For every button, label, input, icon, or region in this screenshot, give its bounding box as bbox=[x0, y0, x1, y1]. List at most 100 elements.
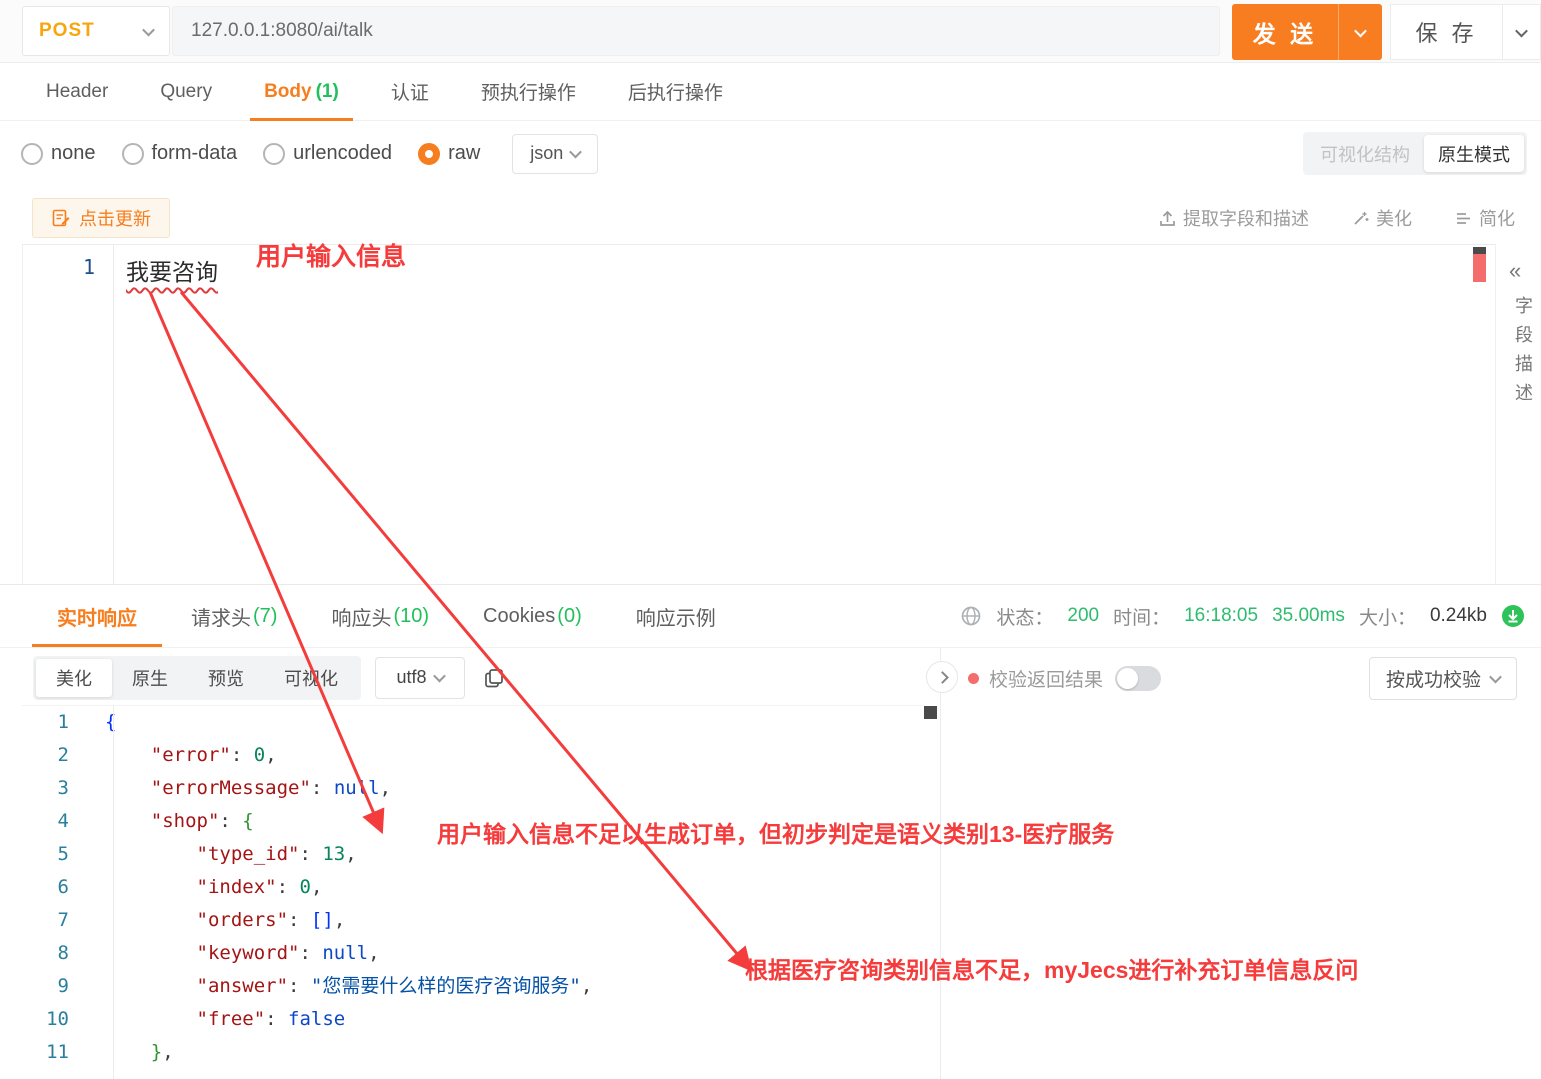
response-meta: 状态： 200 时间： 16:18:05 35.00ms 大小： 0.24kb bbox=[960, 584, 1525, 648]
line-number: 10 bbox=[46, 1008, 69, 1030]
body-type-raw[interactable]: raw bbox=[418, 142, 480, 165]
mode-raw[interactable]: 原生模式 bbox=[1424, 135, 1524, 172]
radio-label: raw bbox=[448, 142, 481, 164]
response-tab-0[interactable]: 实时响应 bbox=[30, 585, 164, 647]
line-number: 9 bbox=[57, 975, 69, 997]
document-edit-icon bbox=[52, 209, 70, 227]
response-tab-4[interactable]: 响应示例 bbox=[609, 585, 743, 647]
tab-count: (10) bbox=[393, 604, 430, 627]
code-text: "errorMessage": null, bbox=[91, 772, 391, 805]
token: , bbox=[162, 1041, 174, 1063]
request-tab-query[interactable]: Query bbox=[134, 63, 238, 120]
request-tab-预执行操作[interactable]: 预执行操作 bbox=[455, 63, 602, 120]
token: : bbox=[288, 909, 311, 931]
response-tab-1[interactable]: 请求头 (7) bbox=[164, 585, 304, 647]
code-line-11: 11 }, bbox=[22, 1036, 922, 1069]
request-tab-后执行操作[interactable]: 后执行操作 bbox=[602, 63, 749, 120]
download-icon[interactable] bbox=[1501, 604, 1525, 628]
size-value: 0.24kb bbox=[1429, 605, 1487, 626]
duration-value: 35.00ms bbox=[1272, 605, 1345, 626]
line-number: 8 bbox=[57, 942, 69, 964]
click-update-button[interactable]: 点击更新 bbox=[32, 198, 170, 238]
request-tab-body[interactable]: Body (1) bbox=[238, 63, 365, 121]
tab-label: 实时响应 bbox=[57, 607, 137, 630]
body-type-form-data[interactable]: form-data bbox=[121, 142, 237, 165]
body-type-options: none form-data urlencoded raw bbox=[21, 142, 506, 165]
radio-label: none bbox=[51, 142, 96, 164]
mode-visual-structure[interactable]: 可视化结构 bbox=[1306, 135, 1424, 172]
response-tab-3[interactable]: Cookies (0) bbox=[456, 585, 609, 647]
request-body-editor[interactable]: 1 我要咨询 bbox=[22, 244, 1496, 584]
send-button[interactable]: 发 送 bbox=[1232, 4, 1382, 60]
request-body-text[interactable]: 我要咨询 bbox=[126, 253, 218, 287]
editor-toolbar: 点击更新 提取字段和描述 美化 简化 bbox=[0, 186, 1541, 244]
body-type-urlencoded[interactable]: urlencoded bbox=[263, 142, 392, 165]
line-number: 2 bbox=[57, 744, 69, 766]
chevron-down-icon bbox=[1354, 24, 1367, 37]
request-tab-header[interactable]: Header bbox=[20, 63, 134, 120]
line-number: 3 bbox=[57, 777, 69, 799]
editor-gutter: 1 bbox=[23, 245, 114, 584]
response-split-divider[interactable] bbox=[940, 648, 941, 1079]
encoding-value: utf8 bbox=[396, 667, 427, 687]
token: : bbox=[310, 777, 334, 799]
request-tab-认证[interactable]: 认证 bbox=[365, 63, 455, 120]
method-select[interactable]: POST bbox=[22, 6, 170, 56]
save-button[interactable]: 保 存 bbox=[1390, 4, 1502, 60]
tab-label: 预执行操作 bbox=[480, 83, 576, 104]
token: , bbox=[265, 744, 277, 766]
raw-format-select[interactable]: json bbox=[512, 133, 599, 174]
token: : bbox=[276, 876, 300, 898]
panel-collapse-button[interactable]: « bbox=[1509, 258, 1521, 284]
simplify-label: 简化 bbox=[1479, 209, 1515, 229]
click-update-label: 点击更新 bbox=[79, 209, 151, 229]
save-label: 保 存 bbox=[1415, 21, 1478, 46]
token: : bbox=[299, 843, 323, 865]
response-tab-2[interactable]: 响应头 (10) bbox=[304, 585, 456, 647]
validate-row: 校验返回结果 按成功校验 bbox=[968, 650, 1541, 706]
url-input[interactable]: 127.0.0.1:8080/ai/talk bbox=[172, 6, 1220, 56]
view-mode-1[interactable]: 原生 bbox=[112, 659, 188, 697]
send-dropdown[interactable] bbox=[1338, 4, 1382, 60]
token: "keyword" bbox=[196, 942, 300, 964]
annotation-answer-note: 根据医疗咨询类别信息不足，myJecs进行补充订单信息反问 bbox=[745, 957, 1359, 983]
token: : bbox=[299, 942, 323, 964]
code-line-6: 6 "index": 0, bbox=[22, 871, 922, 904]
app-window: POST 127.0.0.1:8080/ai/talk 发 送 保 存 Head… bbox=[0, 0, 1541, 1079]
chevron-down-icon bbox=[1489, 670, 1502, 684]
response-scrollbar-thumb[interactable] bbox=[924, 706, 937, 719]
simplify-button[interactable]: 简化 bbox=[1454, 205, 1515, 231]
token: null bbox=[322, 942, 369, 964]
extract-fields-button[interactable]: 提取字段和描述 bbox=[1158, 205, 1309, 231]
token: "free" bbox=[196, 1008, 266, 1030]
validate-toggle[interactable] bbox=[1115, 665, 1162, 691]
beautify-button[interactable]: 美化 bbox=[1351, 205, 1412, 231]
validate-label: 校验返回结果 bbox=[989, 669, 1104, 691]
field-description-label: 字段描述 bbox=[1513, 296, 1533, 412]
view-mode-3[interactable]: 可视化 bbox=[264, 659, 358, 697]
token: "type_id" bbox=[196, 843, 300, 865]
status-value: 200 bbox=[1067, 605, 1100, 626]
save-dropdown[interactable] bbox=[1502, 4, 1541, 60]
radio-icon bbox=[121, 142, 144, 165]
encoding-select[interactable]: utf8 bbox=[375, 656, 465, 699]
code-text: "keyword": null, bbox=[91, 937, 380, 970]
token: null bbox=[333, 777, 380, 799]
validate-mode-select[interactable]: 按成功校验 bbox=[1368, 657, 1517, 700]
response-view-switch: 美化 原生 预览 可视化 bbox=[33, 655, 361, 700]
line-number: 6 bbox=[57, 876, 69, 898]
extract-upload-icon bbox=[1160, 210, 1175, 226]
response-code[interactable]: 1{2 "error": 0, 3 "errorMessage": null, 4 … bbox=[22, 706, 937, 1079]
view-mode-0[interactable]: 美化 bbox=[36, 658, 112, 697]
line-number: 1 bbox=[57, 711, 69, 733]
body-type-none[interactable]: none bbox=[21, 142, 96, 165]
token: "errorMessage" bbox=[150, 777, 311, 799]
panel-expand-button[interactable] bbox=[926, 661, 958, 693]
editor-scrollbar-thumb[interactable] bbox=[1473, 254, 1486, 282]
token: "orders" bbox=[196, 909, 289, 931]
view-mode-2[interactable]: 预览 bbox=[188, 659, 264, 697]
copy-button[interactable] bbox=[483, 667, 505, 689]
